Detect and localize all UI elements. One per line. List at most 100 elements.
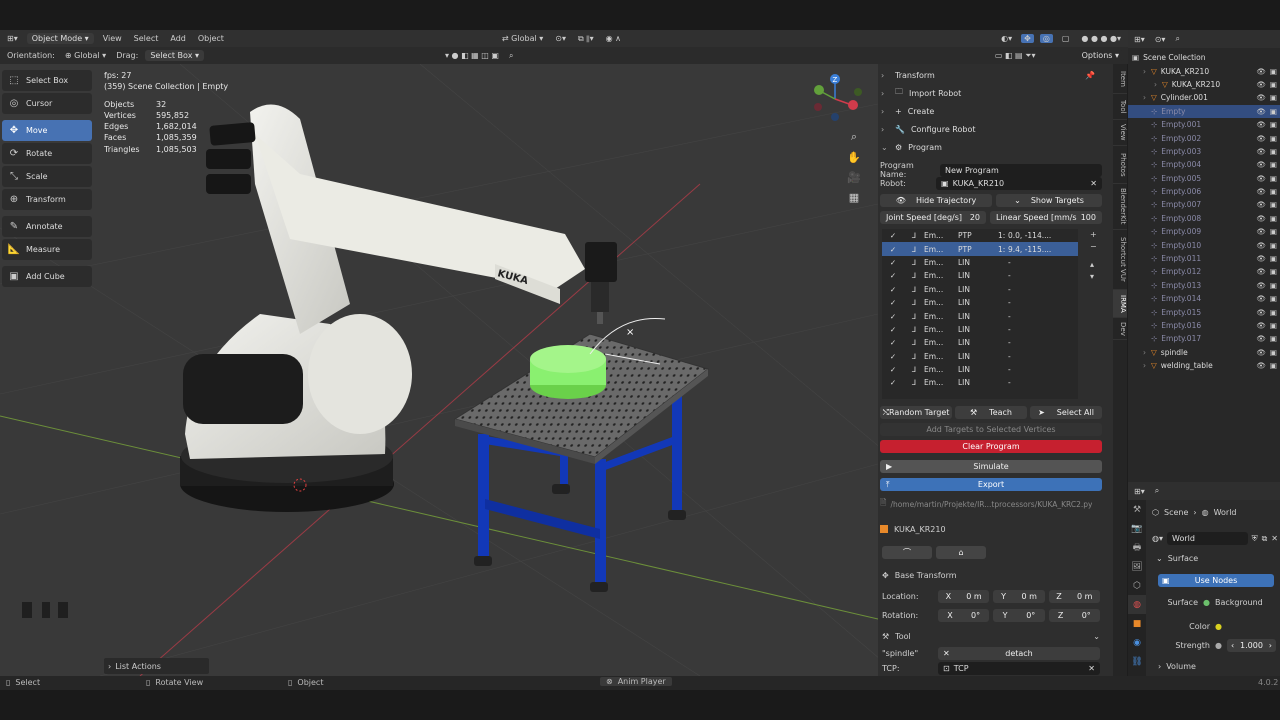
checkmark-icon[interactable]: ✓ (882, 298, 904, 307)
section-program[interactable]: ⌄ ⚙ Program (878, 138, 1113, 156)
transform-space-dropdown[interactable]: ⇄ Global ▾ (499, 34, 546, 43)
outliner-row[interactable]: ⊹ Empty.005 👁 ▣ (1128, 172, 1280, 185)
zoom-icon[interactable]: ⌕ (845, 128, 863, 146)
render-camera-icon[interactable]: ▣ (1270, 361, 1277, 370)
outliner-row[interactable]: › ▽ KUKA_KR210 👁 ▣ (1128, 64, 1280, 77)
eye-icon[interactable]: 👁 (1256, 334, 1266, 343)
checkmark-icon[interactable]: ✓ (882, 258, 904, 267)
expand-icon[interactable]: › (1143, 361, 1151, 370)
overlay-toggle-icon[interactable]: ◎ (1039, 34, 1053, 43)
render-camera-icon[interactable]: ▣ (1270, 120, 1277, 129)
tool-rotate[interactable]: ⟳ Rotate (2, 143, 92, 164)
display-mode-icon[interactable]: ⊙▾ (1155, 35, 1166, 44)
outliner-row[interactable]: ⊹ Empty.014 👁 ▣ (1128, 292, 1280, 305)
tool-section-header[interactable]: ⚒ Tool ⌄ (882, 632, 1100, 641)
render-camera-icon[interactable]: ▣ (1270, 281, 1277, 290)
move-type[interactable]: PTP (958, 231, 998, 240)
constraint-tab-icon[interactable]: ⛓ (1128, 652, 1146, 671)
gizmo-toggle-icon[interactable]: ✥ (1021, 34, 1034, 43)
select-mode-icons[interactable]: ▾ ● ◧ ▦ ◫ ▣ (442, 51, 502, 60)
checkmark-icon[interactable]: ✓ (882, 352, 904, 361)
render-camera-icon[interactable]: ▣ (1270, 294, 1277, 303)
world-tab-icon[interactable]: ◍ (1128, 595, 1146, 614)
camera-icon[interactable]: 🎥 (845, 168, 863, 186)
tool-select-box[interactable]: ⬚ Select Box (2, 70, 92, 91)
base-transform-header[interactable]: ✥ Base Transform (882, 571, 957, 580)
render-camera-icon[interactable]: ▣ (1270, 267, 1277, 276)
shading-modes-icon[interactable]: ● ● ● ●▾ (1078, 34, 1124, 43)
render-camera-icon[interactable]: ▣ (1270, 80, 1277, 89)
outliner-row[interactable]: ⊹ Empty.001 👁 ▣ (1128, 118, 1280, 131)
filter-search-icon[interactable]: ⌕ (506, 51, 516, 61)
close-icon[interactable]: ✕ (1271, 534, 1278, 543)
menu-select[interactable]: Select (131, 34, 162, 43)
editor-type-icon[interactable]: ⊞▾ (4, 34, 21, 43)
joint-speed-field[interactable]: Joint Speed [deg/s] 20 (880, 211, 986, 224)
location-x-field[interactable]: X0 m (938, 590, 990, 603)
outliner-row[interactable]: ⊹ Empty 👁 ▣ (1128, 104, 1280, 118)
section-transform[interactable]: › Transform 📌 (878, 66, 1113, 84)
surface-panel-header[interactable]: ⌄ Surface (1156, 554, 1198, 563)
mode-dropdown[interactable]: Object Mode ▾ (26, 33, 94, 44)
move-type[interactable]: PTP (958, 245, 998, 254)
snap-icon[interactable]: ⧉ ⦀▾ (575, 34, 597, 44)
eye-icon[interactable]: 👁 (1256, 348, 1266, 357)
move-down-icon[interactable]: ▾ (1090, 272, 1102, 284)
select-all-button[interactable]: ➤ Select All (1030, 406, 1102, 419)
checkmark-icon[interactable]: ✓ (882, 378, 904, 387)
section-configure-robot[interactable]: › 🔧 Configure Robot (878, 120, 1113, 138)
checkmark-icon[interactable]: ✓ (882, 338, 904, 347)
expand-icon[interactable]: › (1143, 348, 1151, 357)
outliner-row[interactable]: ⊹ Empty.010 👁 ▣ (1128, 238, 1280, 251)
random-target-button[interactable]: ⤭ Random Target (880, 406, 952, 419)
outliner-row[interactable]: ⊹ Empty.017 👁 ▣ (1128, 332, 1280, 345)
scene-tab-icon[interactable]: ⬡ (1128, 576, 1146, 595)
list-actions-bar[interactable]: › List Actions (104, 658, 209, 674)
world-name-field[interactable]: World (1167, 532, 1248, 545)
outliner-row[interactable]: ⊹ Empty.008 👁 ▣ (1128, 212, 1280, 225)
home-button[interactable]: ⌂ (936, 546, 986, 559)
tab-blenderkit[interactable]: BlenderKit (1113, 184, 1127, 230)
move-type[interactable]: LIN (958, 325, 998, 334)
move-type[interactable]: LIN (958, 285, 998, 294)
3d-viewport[interactable]: × KUKA (0, 64, 878, 676)
eye-icon[interactable]: 👁 (1256, 174, 1266, 183)
robot-selector[interactable]: ▣ KUKA_KR210 ✕ (936, 177, 1102, 190)
surface-value[interactable]: Background (1215, 598, 1263, 607)
robot-panel-header[interactable]: KUKA_KR210 (880, 522, 1102, 536)
eye-icon[interactable]: 👁 (1256, 241, 1266, 250)
clear-program-button[interactable]: Clear Program (880, 440, 1102, 453)
render-camera-icon[interactable]: ▣ (1270, 348, 1277, 357)
move-type[interactable]: LIN (958, 378, 998, 387)
ik-button[interactable]: ⌒ (882, 546, 932, 559)
editor-type-icon[interactable]: ⊞▾ (1134, 35, 1145, 44)
pan-hand-icon[interactable]: ✋ (845, 148, 863, 166)
volume-panel-header[interactable]: › Volume (1158, 662, 1196, 671)
pin-icon[interactable]: 📌 (1085, 71, 1095, 80)
y-axis-icon[interactable] (814, 85, 824, 95)
outliner-row[interactable]: ⊹ Empty.004 👁 ▣ (1128, 158, 1280, 171)
teach-button[interactable]: ⚒ Teach (955, 406, 1027, 419)
section-create[interactable]: › + Create (878, 102, 1113, 120)
program-target-row[interactable]: ✓ ⅃ Em... PTP 1: 0.0, -114.... (882, 229, 1078, 242)
program-target-row[interactable]: ✓ ⅃ Em... LIN - (882, 363, 1078, 376)
menu-view[interactable]: View (100, 34, 125, 43)
program-target-row[interactable]: ✓ ⅃ Em... LIN - (882, 376, 1078, 389)
tab-shortcut-vur[interactable]: Shortcut VUr (1113, 230, 1127, 290)
eye-icon[interactable]: 👁 (1256, 214, 1266, 223)
close-icon[interactable]: ✕ (1090, 179, 1097, 188)
outliner-row[interactable]: › ▽ KUKA_KR210 👁 ▣ (1128, 78, 1280, 91)
program-target-row[interactable]: ✓ ⅃ Em... LIN - (882, 323, 1078, 336)
plus-icon[interactable]: + (1090, 230, 1102, 242)
render-tab-icon[interactable]: 📷 (1128, 519, 1146, 538)
eye-icon[interactable]: 👁 (1256, 227, 1266, 236)
move-type[interactable]: LIN (958, 298, 998, 307)
render-camera-icon[interactable]: ▣ (1270, 214, 1277, 223)
program-target-row[interactable]: ✓ ⅃ Em... LIN - (882, 283, 1078, 296)
eye-icon[interactable]: 👁 (1256, 120, 1266, 129)
hide-trajectory-button[interactable]: 👁 Hide Trajectory (880, 194, 992, 207)
outliner-row[interactable]: ⊹ Empty.009 👁 ▣ (1128, 225, 1280, 238)
move-type[interactable]: LIN (958, 258, 998, 267)
outliner-row[interactable]: ⊹ Empty.002 👁 ▣ (1128, 131, 1280, 144)
simulate-button[interactable]: ▶ Simulate (880, 460, 1102, 473)
